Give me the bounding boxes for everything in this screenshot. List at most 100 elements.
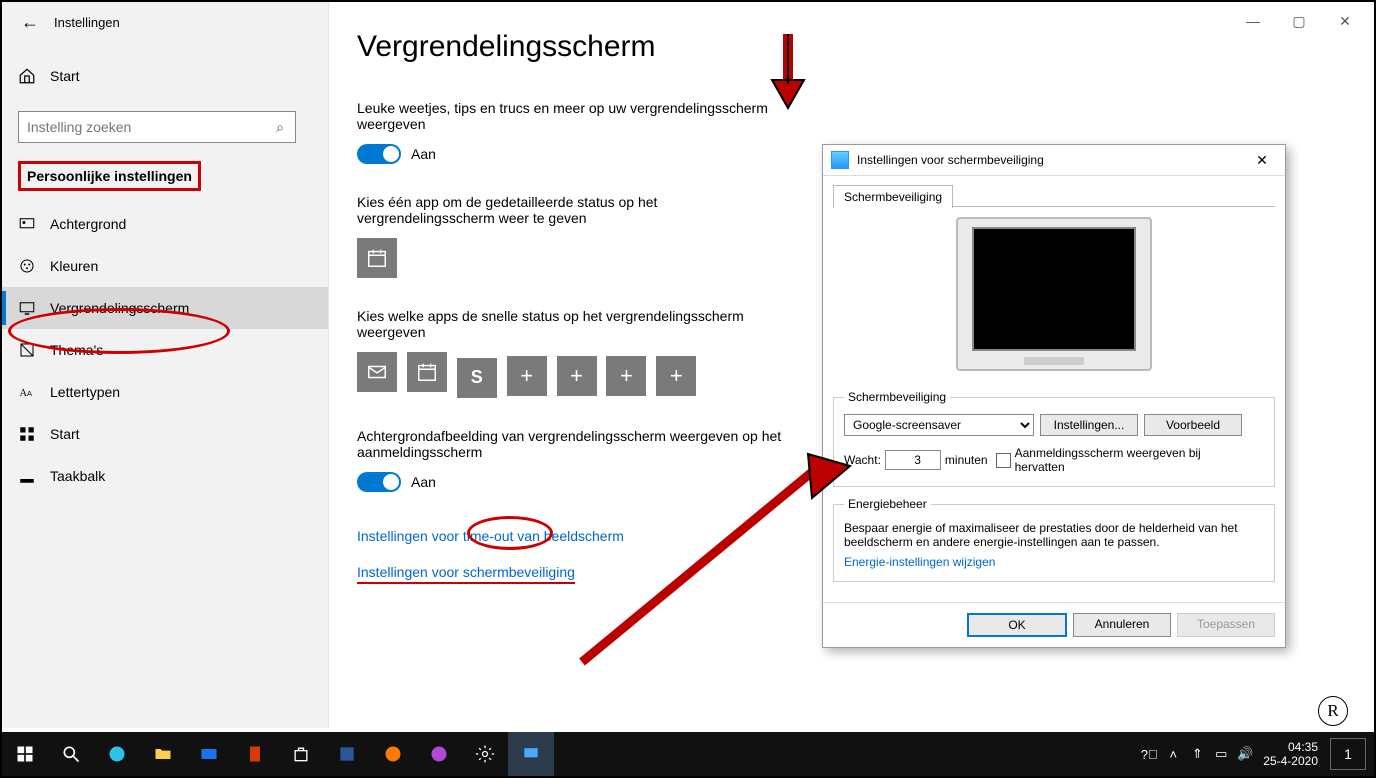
taskbar: ?⃝ ˄ ⇑ ▭ 🔊 04:35 25-4-2020 1	[2, 732, 1374, 776]
wait-input[interactable]	[885, 450, 941, 470]
tray-chevron-icon[interactable]: ˄	[1161, 747, 1185, 762]
quick-app-mail[interactable]	[357, 352, 397, 392]
cancel-button[interactable]: Annuleren	[1073, 613, 1171, 637]
battery-icon[interactable]: ▭	[1209, 746, 1233, 762]
minimize-button[interactable]: —	[1230, 6, 1276, 36]
folder-icon	[153, 744, 173, 764]
quick-app-add-2[interactable]: +	[557, 356, 597, 396]
energy-legend: Energiebeheer	[844, 497, 931, 511]
taskbar-mail[interactable]	[186, 732, 232, 776]
quick-app-add-3[interactable]: +	[606, 356, 646, 396]
skype-icon: S	[471, 367, 483, 388]
taskbar-picasa[interactable]	[416, 732, 462, 776]
nav-icon	[18, 341, 36, 359]
search-icon	[61, 744, 81, 764]
quick-app-add-1[interactable]: +	[507, 356, 547, 396]
tab-screensaver[interactable]: Schermbeveiliging	[833, 185, 953, 208]
nav-icon: AA	[18, 383, 36, 401]
sidebar: ← Instellingen Start ⌕ Persoonlijke inst…	[2, 2, 329, 728]
sidebar-item-kleuren[interactable]: Kleuren	[2, 245, 328, 287]
sidebar-item-vergrendelingsscherm[interactable]: Vergrendelingsscherm	[2, 287, 328, 329]
home-button[interactable]: Start	[2, 59, 328, 93]
preview-button[interactable]: Voorbeeld	[1144, 414, 1242, 436]
toggle-state: Aan	[411, 474, 436, 490]
help-icon[interactable]: ?⃝	[1137, 747, 1161, 762]
taskbar-office[interactable]	[232, 732, 278, 776]
detailed-label: Kies één app om de gedetailleerde status…	[357, 194, 797, 226]
notification-button[interactable]: 1	[1330, 738, 1366, 770]
screensaver-link[interactable]: Instellingen voor schermbeveiliging	[357, 564, 575, 584]
toggle-switch-icon	[357, 144, 401, 164]
energy-link[interactable]: Energie-instellingen wijzigen	[844, 555, 995, 569]
nav-icon	[18, 257, 36, 275]
sidebar-item-label: Thema's	[50, 342, 103, 358]
window-controls: — ▢ ✕	[1230, 6, 1368, 36]
detailed-app-button[interactable]	[357, 238, 397, 278]
resume-label: Aanmeldingsscherm weergeven bij hervatte…	[1015, 446, 1205, 474]
taskbar-firefox[interactable]	[370, 732, 416, 776]
sidebar-item-label: Kleuren	[50, 258, 98, 274]
screensaver-legend: Schermbeveiliging	[844, 390, 950, 404]
sidebar-item-lettertypen[interactable]: AA Lettertypen	[2, 371, 328, 413]
sidebar-item-taakbalk[interactable]: Taakbalk	[2, 455, 328, 497]
gear-icon	[475, 744, 495, 764]
sidebar-item-thema-s[interactable]: Thema's	[2, 329, 328, 371]
home-label: Start	[50, 68, 80, 84]
sidebar-item-label: Achtergrond	[50, 216, 126, 232]
wifi-icon[interactable]: ⇑	[1185, 746, 1209, 762]
clock-date: 25-4-2020	[1263, 754, 1318, 768]
page-title: Vergrendelingsscherm	[357, 30, 1334, 64]
quick-app-add-4[interactable]: +	[656, 356, 696, 396]
word-icon	[337, 744, 357, 764]
back-button[interactable]: ←	[16, 12, 44, 33]
search-box[interactable]: ⌕	[18, 111, 296, 143]
taskbar-edge[interactable]	[94, 732, 140, 776]
firefox-icon	[383, 744, 403, 764]
taskbar-clock[interactable]: 04:35 25-4-2020	[1263, 740, 1318, 768]
picasa-icon	[429, 744, 449, 764]
sidebar-item-achtergrond[interactable]: Achtergrond	[2, 203, 328, 245]
resume-checkbox[interactable]	[996, 453, 1011, 468]
search-input[interactable]	[19, 119, 265, 135]
sidebar-item-label: Lettertypen	[50, 384, 120, 400]
notification-count: 1	[1344, 746, 1352, 762]
dialog-titlebar: Instellingen voor schermbeveiliging ✕	[823, 145, 1285, 176]
timeout-link[interactable]: Instellingen voor time-out van beeldsche…	[357, 528, 624, 544]
screensaver-settings-button[interactable]: Instellingen...	[1040, 414, 1138, 436]
sidebar-item-label: Start	[50, 426, 80, 442]
toggle-state: Aan	[411, 146, 436, 162]
taskbar-settings[interactable]	[462, 732, 508, 776]
sidebar-item-start[interactable]: Start	[2, 413, 328, 455]
windows-icon	[15, 744, 35, 764]
system-tray[interactable]: ?⃝ ˄ ⇑ ▭ 🔊	[1137, 746, 1257, 762]
close-button[interactable]: ✕	[1322, 6, 1368, 36]
mail-icon	[366, 361, 388, 383]
monitor-icon	[521, 744, 541, 764]
ok-button[interactable]: OK	[967, 613, 1067, 637]
svg-text:A: A	[27, 389, 32, 398]
toggle-switch-icon	[357, 472, 401, 492]
search-button[interactable]	[48, 732, 94, 776]
calendar-icon	[416, 361, 438, 383]
home-icon	[18, 67, 36, 85]
taskbar-screensaver[interactable]	[508, 732, 554, 776]
quick-app-calendar[interactable]	[407, 352, 447, 392]
sidebar-item-label: Vergrendelingsscherm	[50, 300, 189, 316]
maximize-button[interactable]: ▢	[1276, 6, 1322, 36]
quick-label: Kies welke apps de snelle status op het …	[357, 308, 797, 340]
taskbar-word[interactable]	[324, 732, 370, 776]
dialog-close-button[interactable]: ✕	[1247, 152, 1277, 169]
apply-button[interactable]: Toepassen	[1177, 613, 1275, 637]
bg-toggle[interactable]: Aan	[357, 472, 797, 492]
volume-icon[interactable]: 🔊	[1233, 746, 1257, 762]
category-label: Persoonlijke instellingen	[18, 161, 201, 191]
quick-app-skype[interactable]: S	[457, 358, 497, 398]
start-button[interactable]	[2, 732, 48, 776]
screensaver-select[interactable]: Google-screensaver	[844, 414, 1034, 436]
screensaver-group: Schermbeveiliging Google-screensaver Ins…	[833, 390, 1275, 487]
taskbar-explorer[interactable]	[140, 732, 186, 776]
wait-unit: minuten	[945, 453, 988, 467]
tips-label: Leuke weetjes, tips en trucs en meer op …	[357, 100, 797, 132]
tips-toggle[interactable]: Aan	[357, 144, 797, 164]
taskbar-store[interactable]	[278, 732, 324, 776]
